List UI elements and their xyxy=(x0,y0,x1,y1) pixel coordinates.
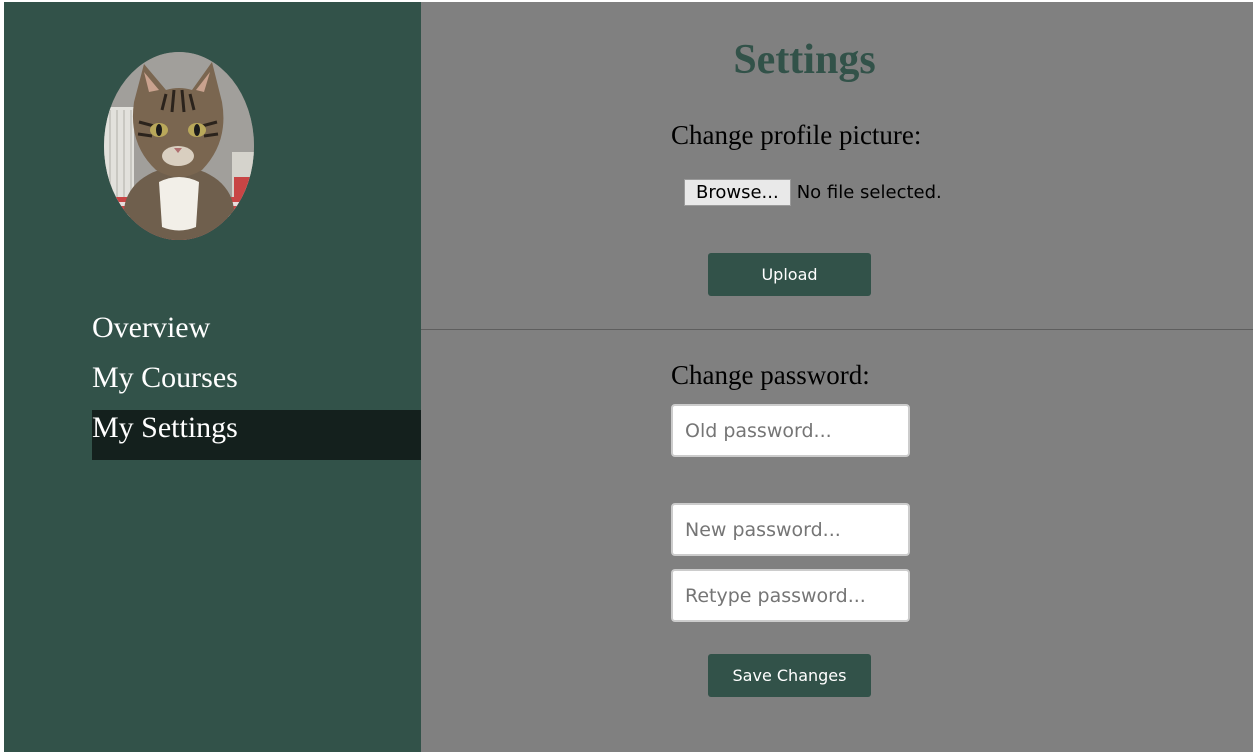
file-status-text: No file selected. xyxy=(796,182,942,203)
sidebar: Overview My Courses My Settings xyxy=(4,2,421,752)
old-password-input[interactable] xyxy=(671,404,910,457)
avatar xyxy=(104,52,254,240)
browse-button[interactable]: Browse... xyxy=(684,179,791,206)
password-heading: Change password: xyxy=(671,360,870,390)
save-changes-button[interactable]: Save Changes xyxy=(708,654,871,697)
nav-item-overview[interactable]: Overview xyxy=(92,310,421,360)
upload-button[interactable]: Upload xyxy=(708,253,871,296)
section-divider xyxy=(421,329,1253,330)
nav-item-my-settings[interactable]: My Settings xyxy=(92,410,421,460)
nav-item-my-courses[interactable]: My Courses xyxy=(92,360,421,410)
app-frame: Overview My Courses My Settings Settings… xyxy=(0,0,1253,756)
main-content: Settings Change profile picture: Browse.… xyxy=(421,2,1253,752)
file-picker: Browse... No file selected. xyxy=(684,179,942,207)
retype-password-input[interactable] xyxy=(671,569,910,622)
cat-photo-icon xyxy=(104,52,254,240)
page-title: Settings xyxy=(733,37,876,83)
profile-picture-heading: Change profile picture: xyxy=(671,120,922,150)
new-password-input[interactable] xyxy=(671,503,910,556)
